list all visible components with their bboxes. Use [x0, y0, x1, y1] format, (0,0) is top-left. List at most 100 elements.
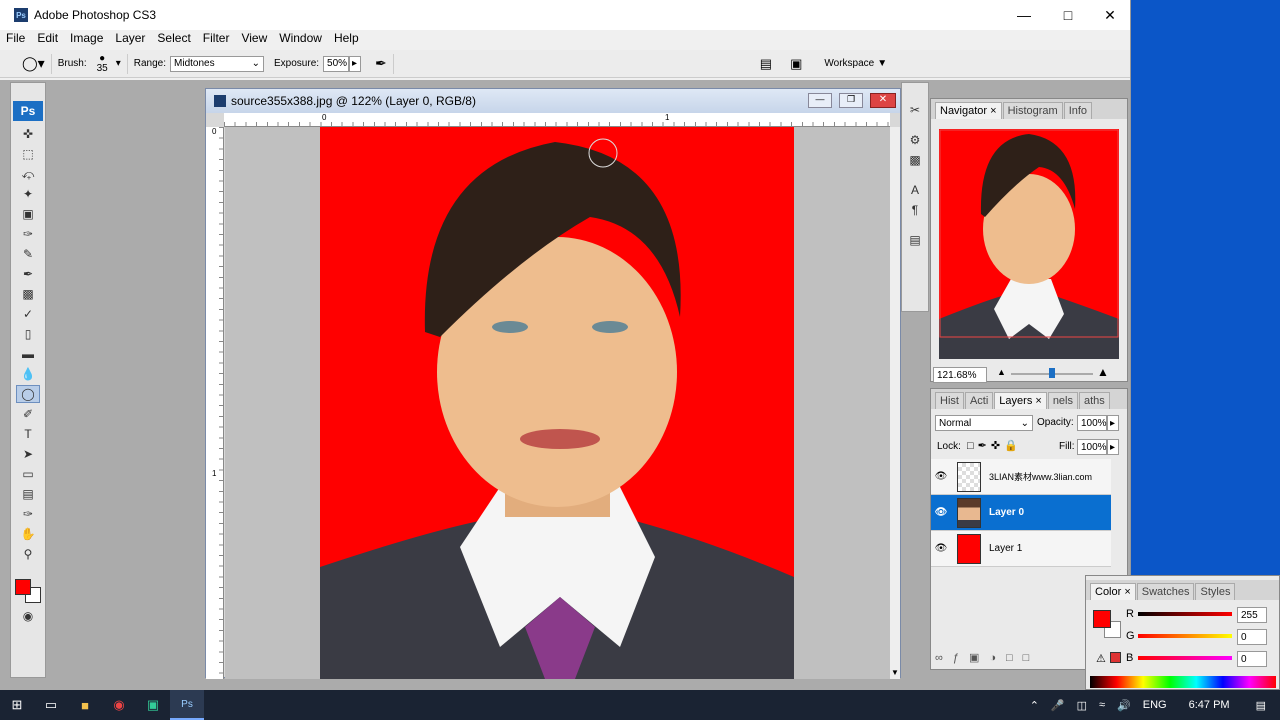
- opacity-input[interactable]: 100%: [1077, 415, 1107, 431]
- close-button[interactable]: ✕: [1088, 0, 1132, 30]
- app-icon-taskbar[interactable]: ▣: [136, 690, 170, 720]
- menu-layer[interactable]: Layer: [109, 30, 151, 48]
- crop-tool-icon[interactable]: ▣: [16, 205, 40, 223]
- zoom-slider[interactable]: [1011, 368, 1093, 378]
- brush-dropdown-icon[interactable]: ▾: [116, 58, 121, 69]
- layer-comps-icon[interactable]: ▤: [903, 231, 927, 249]
- lasso-tool-icon[interactable]: ⤽: [16, 165, 40, 183]
- tab-color[interactable]: Color ×: [1090, 583, 1136, 600]
- microphone-icon[interactable]: 🎤: [1051, 699, 1065, 712]
- opacity-slider-button[interactable]: ▸: [1107, 415, 1119, 431]
- maximize-button[interactable]: □: [1046, 0, 1090, 30]
- brush-tool-icon[interactable]: ✒: [16, 265, 40, 283]
- doc-restore-button[interactable]: ❐: [839, 93, 863, 108]
- move-tool-icon[interactable]: ✜: [16, 125, 40, 143]
- chrome-icon[interactable]: ◉: [102, 690, 136, 720]
- start-button[interactable]: ⊞: [0, 690, 34, 720]
- menu-help[interactable]: Help: [328, 30, 365, 48]
- eye-icon[interactable]: 👁: [931, 471, 951, 482]
- doc-close-button[interactable]: ✕: [870, 93, 896, 108]
- menu-filter[interactable]: Filter: [197, 30, 236, 48]
- blend-mode-select[interactable]: Normal ⌄: [935, 415, 1033, 431]
- notes-tool-icon[interactable]: ▤: [16, 485, 40, 503]
- menu-file[interactable]: File: [0, 30, 31, 48]
- brushes-icon[interactable]: ⚙: [903, 131, 927, 149]
- exposure-slider-button[interactable]: ▸: [349, 55, 362, 72]
- type-tool-icon[interactable]: T: [16, 425, 40, 443]
- brush-picker[interactable]: ● 35: [97, 53, 108, 74]
- foreground-color-swatch[interactable]: [15, 579, 31, 595]
- pen-tool-icon[interactable]: ✐: [16, 405, 40, 423]
- minimize-button[interactable]: —: [1002, 0, 1046, 30]
- network-icon[interactable]: ◫: [1077, 699, 1087, 712]
- clone-source-icon[interactable]: ▩: [903, 151, 927, 169]
- exposure-input[interactable]: 50%: [323, 55, 350, 72]
- gamut-color-swatch[interactable]: [1110, 652, 1121, 663]
- tab-actions[interactable]: Acti: [964, 392, 994, 409]
- workspace-menu[interactable]: Workspace: [824, 58, 874, 69]
- language-indicator[interactable]: ENG: [1143, 699, 1167, 711]
- path-selection-icon[interactable]: ➤: [16, 445, 40, 463]
- healing-brush-icon[interactable]: ✎: [16, 245, 40, 263]
- doc-minimize-button[interactable]: —: [808, 93, 832, 108]
- menu-select[interactable]: Select: [151, 30, 196, 48]
- navigator-preview[interactable]: [939, 129, 1119, 359]
- eyedropper-icon[interactable]: ✑: [16, 505, 40, 523]
- volume-icon[interactable]: 🔊: [1117, 699, 1131, 712]
- b-input[interactable]: 0: [1237, 651, 1267, 667]
- eye-icon[interactable]: 👁: [931, 543, 951, 554]
- r-input[interactable]: 255: [1237, 607, 1267, 623]
- tab-paths[interactable]: aths: [1079, 392, 1110, 409]
- tab-navigator[interactable]: Navigator ×: [935, 102, 1002, 119]
- tool-presets-icon[interactable]: ✂: [903, 101, 927, 119]
- color-ramp[interactable]: [1090, 676, 1276, 688]
- g-input[interactable]: 0: [1237, 629, 1267, 645]
- hand-tool-icon[interactable]: ✋: [16, 525, 40, 543]
- gradient-tool-icon[interactable]: ▬: [16, 345, 40, 363]
- tab-styles[interactable]: Styles: [1195, 583, 1236, 600]
- tab-histogram[interactable]: Histogram: [1002, 102, 1063, 119]
- wifi-icon[interactable]: ≈: [1099, 699, 1105, 711]
- color-fg-swatch[interactable]: [1093, 610, 1111, 628]
- tab-info[interactable]: Info: [1063, 102, 1093, 119]
- g-slider[interactable]: [1138, 634, 1232, 638]
- shape-tool-icon[interactable]: ▭: [16, 465, 40, 483]
- bridge-icon[interactable]: ▣: [790, 56, 802, 72]
- lock-icons[interactable]: □✒✜🔒: [967, 439, 1022, 452]
- gamut-warning-icon[interactable]: ⚠: [1096, 652, 1106, 665]
- tab-history[interactable]: Hist: [935, 392, 964, 409]
- eraser-tool-icon[interactable]: ▯: [16, 325, 40, 343]
- navigator-zoom-input[interactable]: 121.68%: [933, 367, 987, 383]
- history-brush-icon[interactable]: ✓: [16, 305, 40, 323]
- character-icon[interactable]: A: [903, 181, 927, 199]
- zoom-tool-icon[interactable]: ⚲: [16, 545, 40, 563]
- slice-tool-icon[interactable]: ✑: [16, 225, 40, 243]
- layers-footer-buttons[interactable]: ∞ƒ▣◑□□: [935, 651, 1039, 664]
- layer-row[interactable]: 👁 Layer 1: [931, 531, 1111, 567]
- file-explorer-icon[interactable]: ■: [68, 690, 102, 720]
- zoom-out-icon[interactable]: ▲: [997, 367, 1006, 377]
- eye-icon[interactable]: 👁: [931, 507, 951, 518]
- dodge-tool-icon[interactable]: ◯: [16, 385, 40, 403]
- b-slider[interactable]: [1138, 656, 1232, 660]
- vertical-scrollbar[interactable]: ▼: [890, 127, 900, 679]
- menu-edit[interactable]: Edit: [31, 30, 64, 48]
- menu-image[interactable]: Image: [64, 30, 109, 48]
- menu-view[interactable]: View: [235, 30, 273, 48]
- task-view-icon[interactable]: ▭: [34, 690, 68, 720]
- canvas-area[interactable]: [225, 127, 890, 679]
- blur-tool-icon[interactable]: 💧: [16, 365, 40, 383]
- quick-mask-icon[interactable]: ◉: [16, 607, 40, 625]
- workspace-dropdown-icon[interactable]: ▼: [877, 58, 887, 69]
- tab-layers[interactable]: Layers ×: [994, 392, 1047, 409]
- palette-well-icon[interactable]: ▤: [760, 56, 772, 72]
- marquee-tool-icon[interactable]: ⬚: [16, 145, 40, 163]
- photoshop-taskbar-icon[interactable]: Ps: [170, 690, 204, 720]
- airbrush-icon[interactable]: ✒: [375, 55, 387, 72]
- fill-slider-button[interactable]: ▸: [1107, 439, 1119, 455]
- fill-input[interactable]: 100%: [1077, 439, 1107, 455]
- paragraph-icon[interactable]: ¶: [903, 201, 927, 219]
- zoom-in-icon[interactable]: ▲: [1097, 365, 1109, 379]
- magic-wand-icon[interactable]: ✦: [16, 185, 40, 203]
- tab-channels[interactable]: nels: [1047, 392, 1078, 409]
